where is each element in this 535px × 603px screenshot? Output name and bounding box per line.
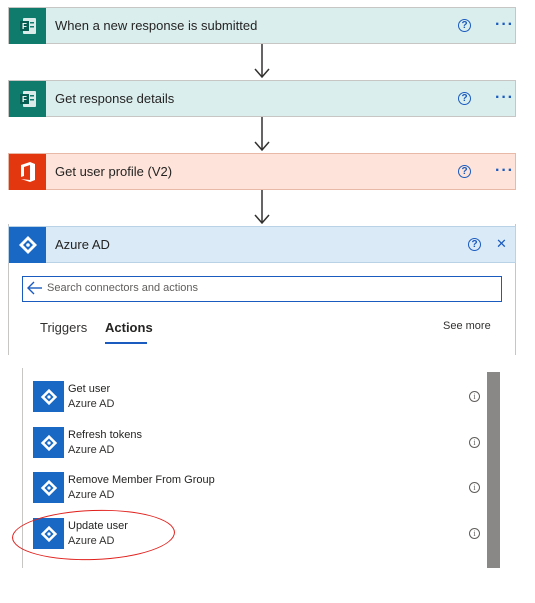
back-arrow-icon[interactable] <box>27 281 43 295</box>
help-icon[interactable]: ? <box>458 92 471 105</box>
forms-icon: F <box>9 81 46 117</box>
azure-ad-icon <box>33 427 64 458</box>
search-input[interactable] <box>47 280 487 296</box>
help-icon[interactable]: ? <box>458 19 471 32</box>
action-name: Refresh tokens <box>68 429 142 441</box>
action-name: Get user <box>68 383 111 395</box>
get-user-profile-step[interactable]: Get user profile (V2) ? ··· <box>8 153 516 190</box>
action-connector: Azure AD <box>68 444 115 456</box>
search-box <box>22 276 502 302</box>
trigger-step-card[interactable]: F When a new response is submitted ? ··· <box>8 7 516 44</box>
arrow-down-icon <box>254 190 270 225</box>
azure-ad-icon <box>33 381 64 412</box>
info-icon[interactable]: i <box>469 482 480 493</box>
action-item-remove-member-from-group[interactable]: Remove Member From Group Azure AD i <box>33 472 488 512</box>
azure-ad-header[interactable]: Azure AD ? ✕ <box>8 226 516 263</box>
action-connector: Azure AD <box>68 489 115 501</box>
action-item-refresh-tokens[interactable]: Refresh tokens Azure AD i <box>33 427 488 467</box>
arrow-down-icon <box>254 44 270 79</box>
arrow-down-icon <box>254 117 270 152</box>
azure-ad-icon <box>33 472 64 503</box>
step-title: Get user profile (V2) <box>55 164 173 179</box>
info-icon[interactable]: i <box>469 391 480 402</box>
scrollbar-thumb[interactable] <box>487 372 500 568</box>
office-icon <box>9 154 46 190</box>
get-response-details-step[interactable]: F Get response details ? ··· <box>8 80 516 117</box>
action-connector: Azure AD <box>68 398 115 410</box>
screenshot-gap <box>0 356 535 368</box>
azure-ad-icon <box>9 227 46 263</box>
more-options-icon[interactable]: ··· <box>495 163 514 179</box>
info-icon[interactable]: i <box>469 437 480 448</box>
tab-triggers[interactable]: Triggers <box>40 320 87 335</box>
svg-text:F: F <box>22 22 27 31</box>
step-title: Azure AD <box>55 237 110 252</box>
more-options-icon[interactable]: ··· <box>495 90 514 106</box>
action-name: Remove Member From Group <box>68 474 215 486</box>
step-title: When a new response is submitted <box>55 18 258 33</box>
step-title: Get response details <box>55 91 175 106</box>
help-icon[interactable]: ? <box>458 165 471 178</box>
tab-actions[interactable]: Actions <box>105 320 153 335</box>
action-item-get-user[interactable]: Get user Azure AD i <box>33 381 488 421</box>
more-options-icon[interactable]: ··· <box>495 17 514 33</box>
active-tab-indicator <box>105 342 147 344</box>
info-icon[interactable]: i <box>469 528 480 539</box>
forms-icon: F <box>9 8 46 44</box>
close-icon[interactable]: ✕ <box>496 236 507 252</box>
see-more-link[interactable]: See more <box>443 320 491 332</box>
help-icon[interactable]: ? <box>468 238 481 251</box>
svg-text:F: F <box>22 95 27 104</box>
